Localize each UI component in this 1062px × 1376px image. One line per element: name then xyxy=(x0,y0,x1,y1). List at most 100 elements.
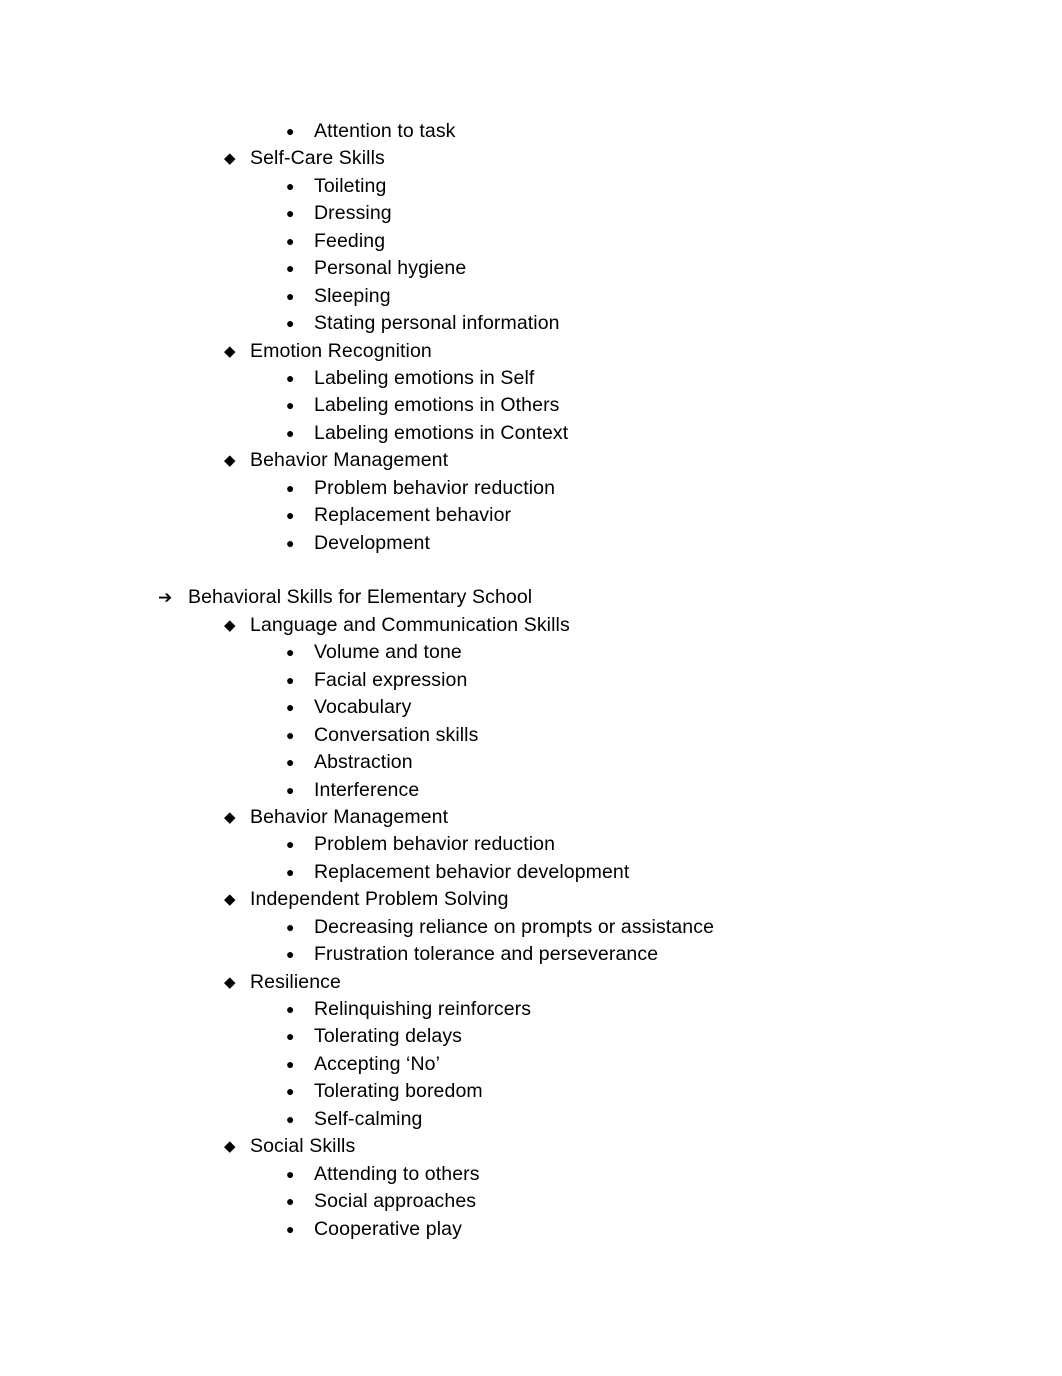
round-bullet-icon: ● xyxy=(286,1220,295,1237)
outline-item-label: Language and Communication Skills xyxy=(250,613,570,636)
outline-item-label: Accepting ‘No’ xyxy=(314,1052,441,1075)
outline-item-level-2: ◆ Self-Care Skills xyxy=(96,145,966,172)
outline-item-label: Dressing xyxy=(314,202,392,225)
outline-item-label: Behavior Management xyxy=(250,805,449,828)
outline-item-level-3: ● Frustration tolerance and perseverance xyxy=(96,941,966,968)
outline-item-label: Behavior Management xyxy=(250,449,449,472)
outline-item-level-3: ● Attention to task xyxy=(96,118,966,145)
outline-item-label: Replacement behavior xyxy=(314,504,512,527)
diamond-bullet-icon: ◆ xyxy=(224,452,236,470)
round-bullet-icon: ● xyxy=(286,260,295,277)
round-bullet-icon: ● xyxy=(286,1083,295,1100)
outline-item-level-3: ● Conversation skills xyxy=(96,722,966,749)
round-bullet-icon: ● xyxy=(286,397,295,414)
round-bullet-icon: ● xyxy=(286,644,295,661)
outline-item-label: Behavioral Skills for Elementary School xyxy=(188,586,533,609)
outline-item-level-3: ● Tolerating boredom xyxy=(96,1078,966,1105)
outline-item-label: Self-Care Skills xyxy=(250,147,385,170)
round-bullet-icon: ● xyxy=(286,232,295,249)
round-bullet-icon: ● xyxy=(286,781,295,798)
outline-item-label: Problem behavior reduction xyxy=(314,833,556,856)
round-bullet-icon: ● xyxy=(286,699,295,716)
outline-item-label: Stating personal information xyxy=(314,312,560,335)
outline-item-level-3: ● Stating personal information xyxy=(96,310,966,337)
outline-item-label: Labeling emotions in Context xyxy=(314,421,569,444)
round-bullet-icon: ● xyxy=(286,754,295,771)
outline-item-level-1: ➔ Behavioral Skills for Elementary School xyxy=(96,584,966,611)
round-bullet-icon: ● xyxy=(286,287,295,304)
outline-item-level-2: ◆ Language and Communication Skills xyxy=(96,612,966,639)
round-bullet-icon: ● xyxy=(286,369,295,386)
outline-item-level-3: ● Problem behavior reduction xyxy=(96,831,966,858)
round-bullet-icon: ● xyxy=(286,177,295,194)
outline-item-label: Labeling emotions in Self xyxy=(314,366,535,389)
outline-item-label: Toileting xyxy=(314,174,387,197)
outline-item-level-3: ● Replacement behavior development xyxy=(96,859,966,886)
outline-item-label: Social Skills xyxy=(250,1135,356,1158)
round-bullet-icon: ● xyxy=(286,315,295,332)
outline-item-label: Facial expression xyxy=(314,668,468,691)
outline-item-level-3: ● Abstraction xyxy=(96,749,966,776)
round-bullet-icon: ● xyxy=(286,123,295,139)
outline-item-label: Interference xyxy=(314,778,420,801)
round-bullet-icon: ● xyxy=(286,205,295,222)
diamond-bullet-icon: ◆ xyxy=(224,1138,236,1156)
round-bullet-icon: ● xyxy=(286,946,295,963)
outline-item-label: Cooperative play xyxy=(314,1217,462,1240)
diamond-bullet-icon: ◆ xyxy=(224,808,236,826)
outline-item-label: Development xyxy=(314,531,430,554)
diamond-bullet-icon: ◆ xyxy=(224,150,236,168)
document-page: ● Attention to task ◆ Self-Care Skills ● Toil… xyxy=(0,0,1062,1376)
round-bullet-icon: ● xyxy=(286,918,295,935)
outline-item-label: Sleeping xyxy=(314,284,391,307)
outline-item-label: Self-calming xyxy=(314,1107,423,1130)
outline-item-level-3: ● Toileting xyxy=(96,173,966,200)
outline-item-level-3: ● Feeding xyxy=(96,228,966,255)
outline-item-level-3: ● Relinquishing reinforcers xyxy=(96,996,966,1023)
outline-item-level-3: ● Social approaches xyxy=(96,1188,966,1215)
outline-item-label: Feeding xyxy=(314,229,386,252)
round-bullet-icon: ● xyxy=(286,507,295,524)
arrow-bullet-icon: ➔ xyxy=(158,588,173,608)
outline-item-label: Volume and tone xyxy=(314,641,462,664)
outline-item-label: Frustration tolerance and perseverance xyxy=(314,943,659,966)
outline-item-label: Social approaches xyxy=(314,1190,477,1213)
outline-item-level-3: ● Cooperative play xyxy=(96,1216,966,1243)
outline-item-label: Abstraction xyxy=(314,751,413,774)
outline-item-level-2: ◆ Behavior Management xyxy=(96,804,966,831)
round-bullet-icon: ● xyxy=(286,863,295,880)
outline-item-label: Attention to task xyxy=(314,120,456,142)
outline-item-label: Tolerating delays xyxy=(314,1025,463,1048)
outline-item-level-3: ● Decreasing reliance on prompts or assis… xyxy=(96,914,966,941)
diamond-bullet-icon: ◆ xyxy=(224,973,236,991)
round-bullet-icon: ● xyxy=(286,1193,295,1210)
outline-item-level-2: ◆ Emotion Recognition xyxy=(96,338,966,365)
outline-list: ● Attention to task ◆ Self-Care Skills ● Toil… xyxy=(96,118,966,1243)
outline-item-level-3: ● Personal hygiene xyxy=(96,255,966,282)
round-bullet-icon: ● xyxy=(286,1165,295,1182)
outline-item-level-3: ● Dressing xyxy=(96,200,966,227)
outline-item-level-3: ● Labeling emotions in Others xyxy=(96,392,966,419)
outline-item-level-3: ● Development xyxy=(96,530,966,557)
round-bullet-icon: ● xyxy=(286,671,295,688)
outline-item-level-2: ◆ Social Skills xyxy=(96,1133,966,1160)
outline-item-label: Decreasing reliance on prompts or assist… xyxy=(314,915,715,938)
outline-item-label: Personal hygiene xyxy=(314,257,467,280)
outline-item-label: Problem behavior reduction xyxy=(314,476,556,499)
outline-item-level-3: ● Interference xyxy=(96,777,966,804)
outline-item-label: Replacement behavior development xyxy=(314,860,630,883)
outline-item-label: Independent Problem Solving xyxy=(250,888,509,911)
round-bullet-icon: ● xyxy=(286,1001,295,1017)
outline-item-label: Relinquishing reinforcers xyxy=(314,998,532,1020)
outline-item-label: Emotion Recognition xyxy=(250,339,432,362)
outline-item-label: Tolerating boredom xyxy=(314,1080,483,1103)
diamond-bullet-icon: ◆ xyxy=(224,616,236,634)
outline-item-level-3: ● Vocabulary xyxy=(96,694,966,721)
outline-item-level-3: ● Accepting ‘No’ xyxy=(96,1051,966,1078)
outline-item-level-2: ◆ Independent Problem Solving xyxy=(96,886,966,913)
round-bullet-icon: ● xyxy=(286,726,295,743)
round-bullet-icon: ● xyxy=(286,479,295,496)
round-bullet-icon: ● xyxy=(286,836,295,853)
outline-item-level-3: ● Labeling emotions in Self xyxy=(96,365,966,392)
outline-item-label: Attending to others xyxy=(314,1162,480,1185)
